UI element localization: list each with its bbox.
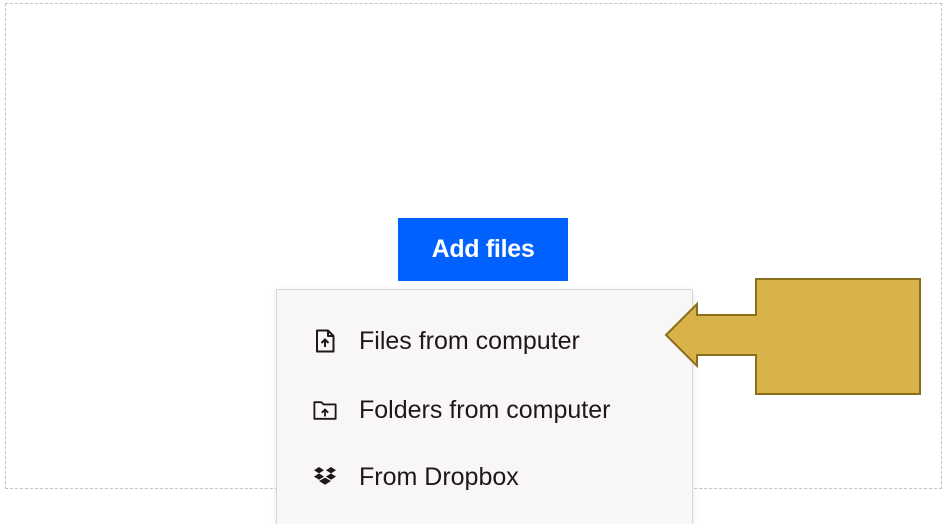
pointer-arrow-icon	[664, 278, 921, 395]
menu-item-label: Files from computer	[359, 326, 580, 355]
menu-item-label: From Dropbox	[359, 462, 519, 491]
add-files-button[interactable]: Add files	[398, 218, 568, 281]
upload-panel: Add files Files from computer Folders fr…	[0, 0, 946, 524]
dropbox-icon	[313, 465, 337, 489]
menu-item-files-from-computer[interactable]: Files from computer	[277, 313, 692, 369]
add-files-menu: Files from computer Folders from compute…	[276, 289, 693, 524]
file-upload-icon	[313, 329, 337, 353]
menu-item-from-dropbox[interactable]: From Dropbox	[277, 449, 692, 505]
menu-item-label: Folders from computer	[359, 395, 611, 424]
menu-item-folders-from-computer[interactable]: Folders from computer	[277, 382, 692, 438]
folder-upload-icon	[313, 398, 337, 422]
